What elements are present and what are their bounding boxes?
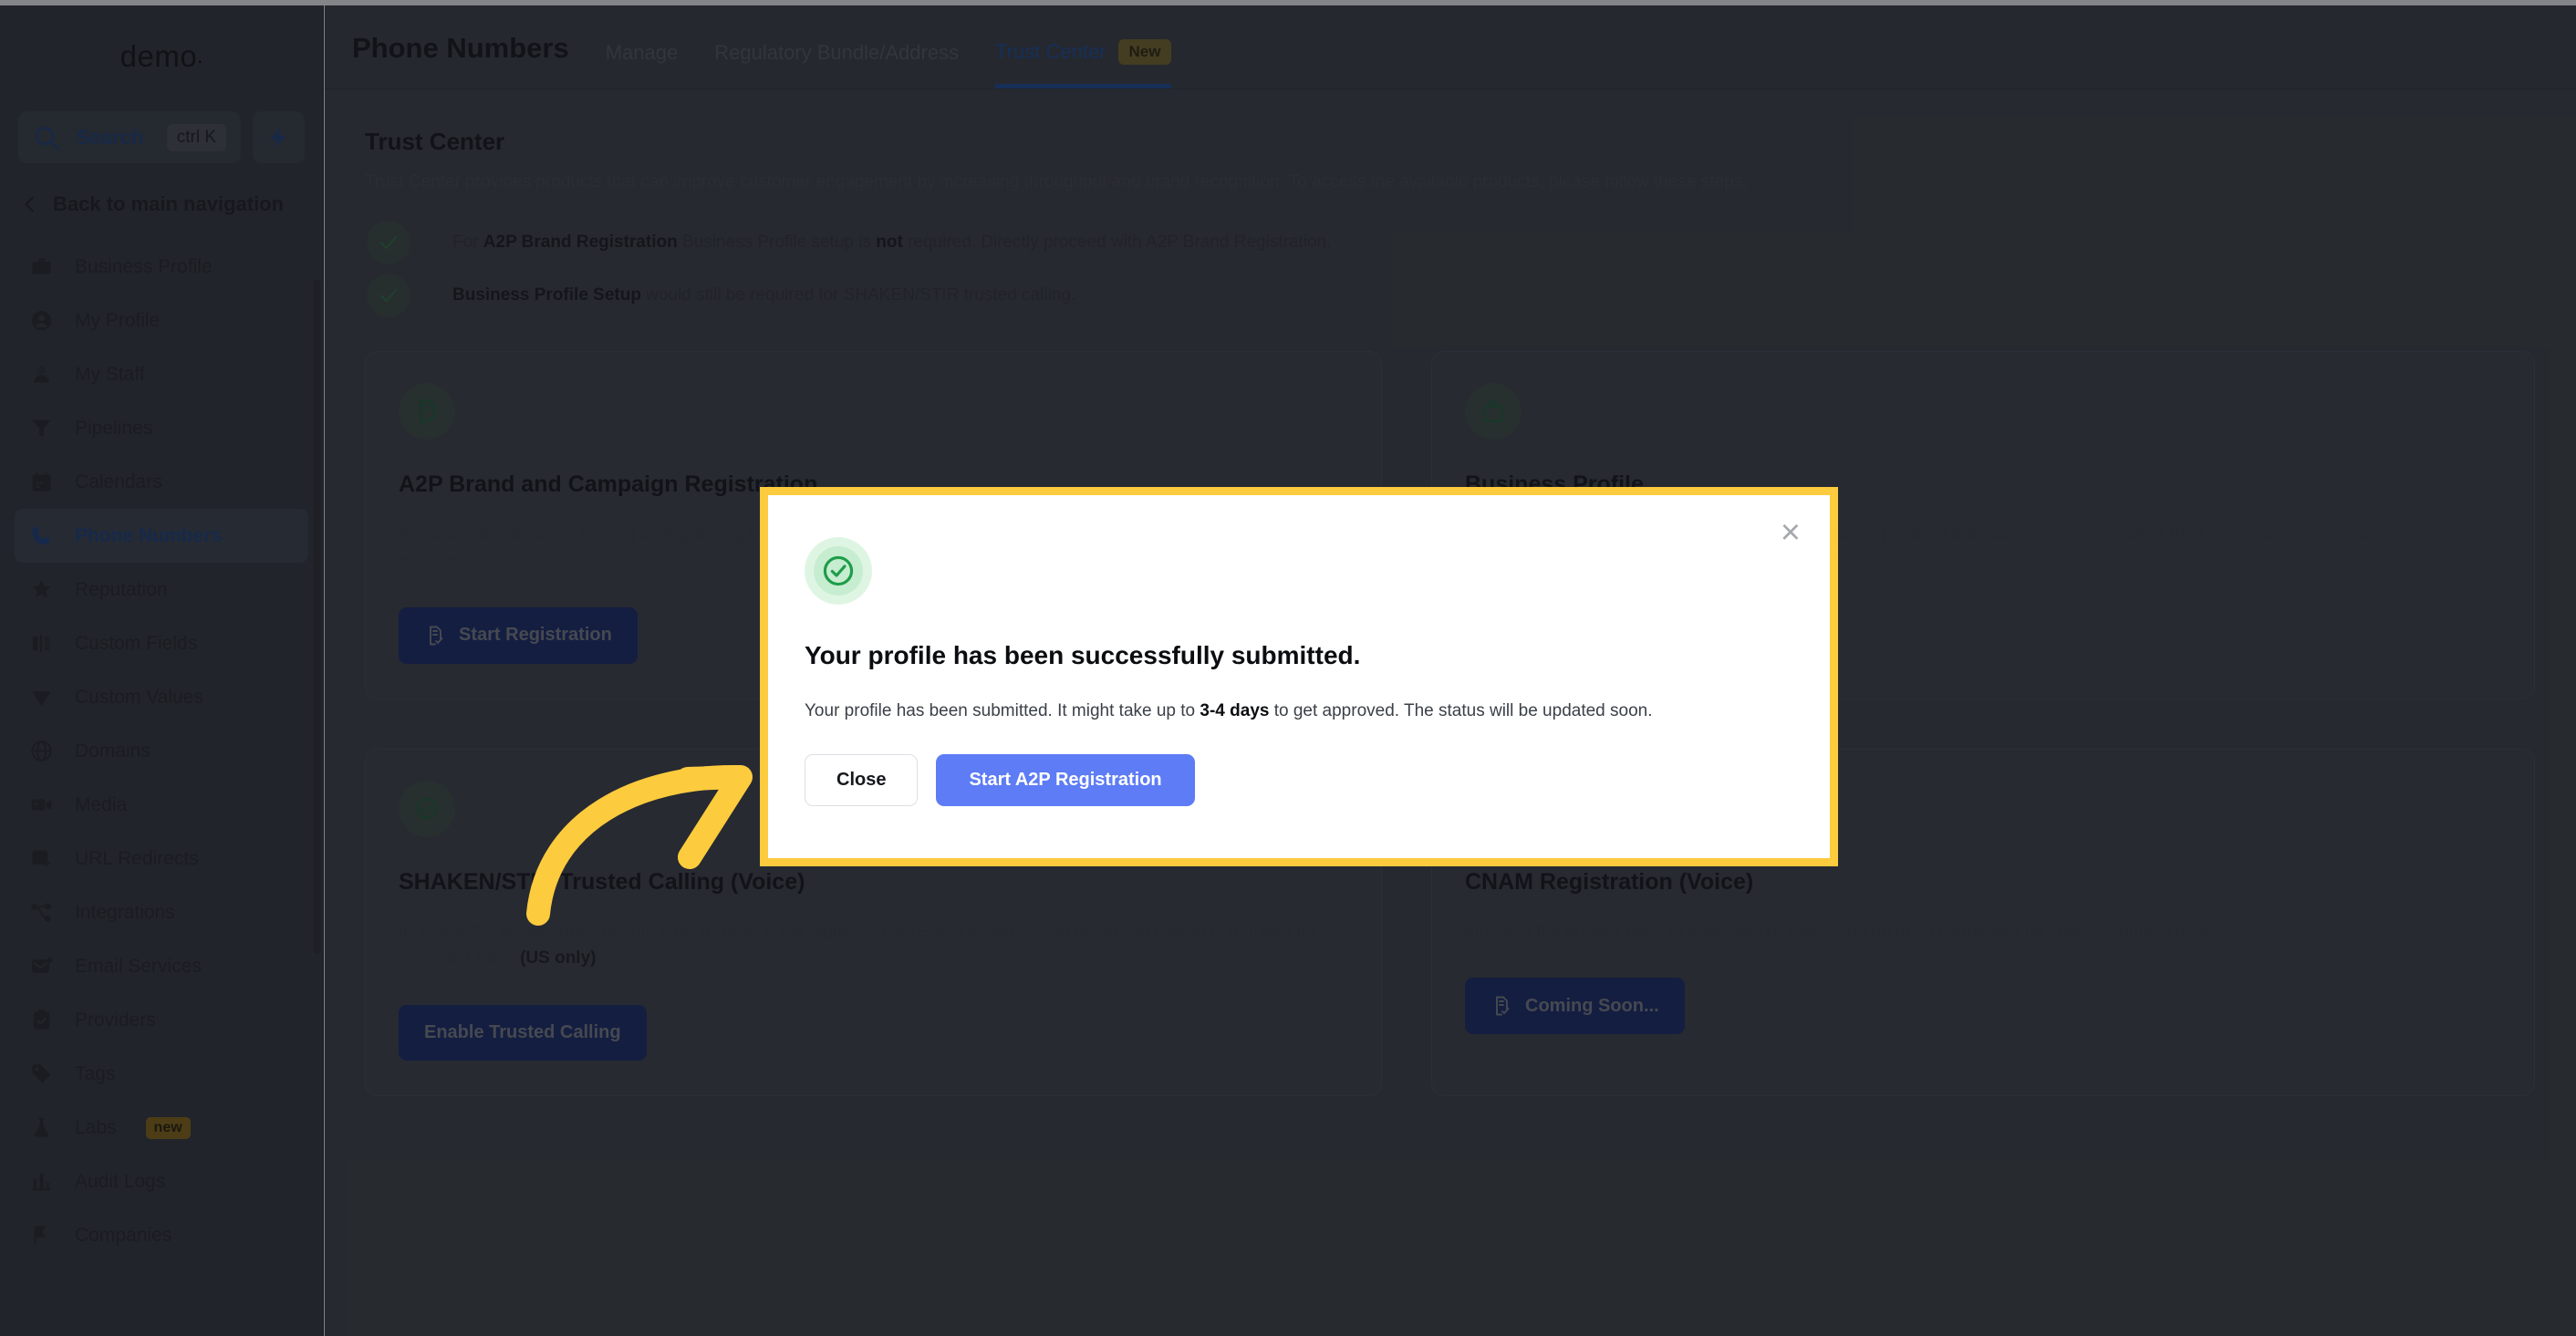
- modal-body-suffix: to get approved. The status will be upda…: [1269, 701, 1653, 720]
- modal-close-button[interactable]: Close: [805, 754, 919, 806]
- start-a2p-registration-button[interactable]: Start A2P Registration: [936, 754, 1195, 806]
- success-modal: × Your profile has been successfully sub…: [760, 487, 1838, 866]
- success-check-circle-icon: [805, 537, 872, 605]
- app-root: demo. Search ctrl K Back to main navigat…: [0, 0, 2576, 1336]
- modal-body-prefix: Your profile has been submitted. It migh…: [805, 701, 1200, 720]
- close-icon[interactable]: ×: [1781, 515, 1801, 550]
- modal-body: Your profile has been submitted. It migh…: [805, 701, 1793, 721]
- modal-title: Your profile has been successfully submi…: [805, 641, 1361, 669]
- success-check-circle-inner: [814, 546, 863, 596]
- modal-actions: Close Start A2P Registration: [805, 754, 1793, 806]
- modal-body-bold: 3-4 days: [1200, 701, 1270, 720]
